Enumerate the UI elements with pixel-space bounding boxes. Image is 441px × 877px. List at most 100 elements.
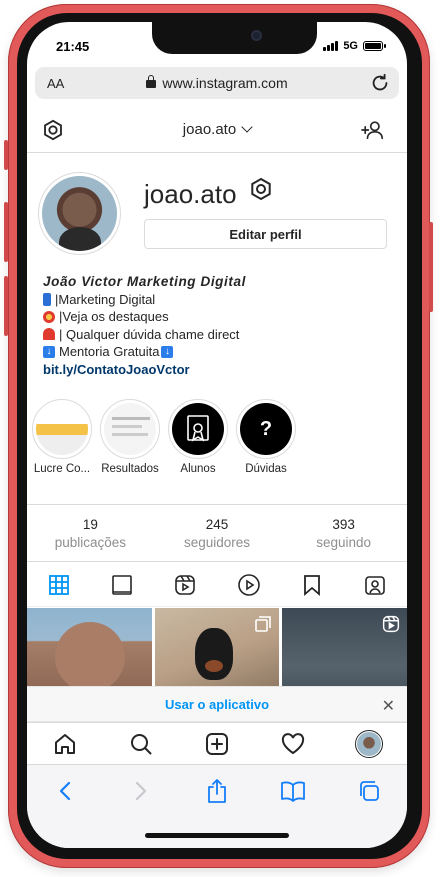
safari-back[interactable] bbox=[27, 765, 103, 817]
phone-emoji-icon bbox=[43, 292, 51, 306]
tabs-icon bbox=[360, 781, 379, 801]
account-switcher[interactable]: joao.ato bbox=[27, 121, 407, 138]
status-time: 21:45 bbox=[56, 39, 90, 54]
highlight-label: Alunos bbox=[180, 463, 216, 475]
grid-icon bbox=[48, 574, 69, 595]
bio-line: |Marketing Digital bbox=[43, 291, 246, 309]
safari-bookmarks[interactable] bbox=[255, 765, 331, 817]
use-app-link[interactable]: Usar o aplicativo bbox=[27, 697, 407, 712]
posts-stat[interactable]: 19 publicações bbox=[27, 505, 154, 561]
reel-badge-icon bbox=[382, 615, 400, 633]
url-host: www.instagram.com bbox=[162, 75, 288, 91]
nav-new-post[interactable] bbox=[179, 723, 255, 764]
down-arrow-emoji-icon: ↓ bbox=[43, 345, 55, 358]
highlight-item[interactable]: ? Dúvidas bbox=[231, 399, 301, 475]
highlight-cover bbox=[104, 403, 156, 455]
edit-profile-button[interactable]: Editar perfil bbox=[144, 219, 387, 249]
profile-photo bbox=[42, 176, 117, 251]
reels-icon bbox=[175, 574, 196, 595]
down-arrow-emoji-icon: ↓ bbox=[161, 345, 174, 358]
bio-line: ↓ Mentoria Gratuita ↓ bbox=[43, 343, 246, 361]
highlight-item[interactable]: Alunos bbox=[163, 399, 233, 475]
highlight-cover bbox=[172, 403, 224, 455]
bio-line: |Veja os destaques bbox=[43, 308, 246, 326]
multiple-photos-icon bbox=[255, 616, 272, 632]
signal-icon bbox=[323, 41, 339, 51]
side-button bbox=[4, 202, 8, 262]
bio-line: | Qualquer dúvida chame direct bbox=[43, 326, 246, 344]
stat-label: publicações bbox=[54, 535, 126, 550]
stat-label: seguindo bbox=[316, 535, 372, 550]
url-display[interactable]: www.instagram.com bbox=[35, 75, 399, 91]
address-bar[interactable]: AA www.instagram.com bbox=[35, 67, 399, 99]
safari-tabs[interactable] bbox=[331, 765, 407, 817]
safari-toolbar bbox=[27, 764, 407, 848]
profile-avatar[interactable] bbox=[38, 172, 121, 255]
network-type: 5G bbox=[343, 40, 358, 52]
full-name: João Victor Marketing Digital bbox=[43, 274, 246, 289]
profile-tabs bbox=[27, 563, 407, 607]
stat-value: 393 bbox=[332, 517, 355, 532]
screen: 21:45 5G AA www.instagram.com joao.ato j… bbox=[27, 22, 407, 848]
share-icon bbox=[208, 779, 226, 803]
side-button bbox=[4, 276, 8, 336]
tab-feed[interactable] bbox=[90, 563, 153, 606]
lock-icon bbox=[146, 75, 157, 88]
safari-share[interactable] bbox=[179, 765, 255, 817]
tab-saved[interactable] bbox=[280, 563, 343, 606]
tab-grid[interactable] bbox=[27, 563, 90, 606]
home-indicator[interactable] bbox=[145, 833, 289, 838]
siren-emoji-icon bbox=[43, 328, 55, 341]
following-stat[interactable]: 393 seguindo bbox=[280, 505, 407, 561]
tab-igtv[interactable] bbox=[217, 563, 280, 606]
highlights: Lucre Co... Resultados Alunos ? Dúvidas bbox=[27, 399, 407, 479]
header-username: joao.ato bbox=[182, 121, 237, 138]
saved-icon bbox=[304, 574, 320, 596]
feed-icon bbox=[112, 574, 132, 595]
nav-home[interactable] bbox=[27, 723, 103, 764]
heart-icon bbox=[281, 732, 305, 754]
battery-icon bbox=[363, 41, 386, 51]
highlight-label: Dúvidas bbox=[245, 463, 287, 475]
highlight-cover bbox=[36, 403, 88, 455]
bio-text: | Qualquer dúvida chame direct bbox=[59, 326, 240, 342]
close-icon[interactable]: ✕ bbox=[382, 696, 395, 716]
tagged-icon bbox=[365, 575, 386, 595]
bio-text: Mentoria Gratuita bbox=[59, 344, 160, 359]
nav-activity[interactable] bbox=[255, 723, 331, 764]
ig-bottom-nav bbox=[27, 722, 407, 764]
search-icon bbox=[131, 733, 152, 754]
highlight-label: Resultados bbox=[101, 463, 159, 475]
forward-icon bbox=[135, 781, 147, 801]
safari-forward[interactable] bbox=[103, 765, 179, 817]
followers-stat[interactable]: 245 seguidores bbox=[154, 505, 281, 561]
side-button bbox=[4, 140, 8, 170]
highlight-item[interactable]: Resultados bbox=[95, 399, 165, 475]
tab-tagged[interactable] bbox=[344, 563, 407, 606]
ig-header: joao.ato bbox=[27, 107, 407, 153]
certificate-icon bbox=[187, 415, 209, 442]
use-app-banner: Usar o aplicativo ✕ bbox=[27, 686, 407, 722]
highlight-item[interactable]: Lucre Co... bbox=[27, 399, 97, 475]
bio-link[interactable]: bit.ly/ContatoJoaoVctor bbox=[43, 361, 246, 379]
stat-value: 19 bbox=[82, 517, 98, 532]
reload-icon[interactable] bbox=[369, 72, 391, 94]
status-bar: 21:45 5G bbox=[27, 38, 407, 58]
bio-text: |Veja os destaques bbox=[59, 309, 169, 324]
collision-emoji-icon bbox=[43, 310, 55, 323]
profile-username: joao.ato bbox=[144, 179, 237, 209]
highlight-cover: ? bbox=[240, 403, 292, 455]
profile-avatar-small bbox=[355, 729, 383, 758]
highlight-label: Lucre Co... bbox=[33, 463, 91, 475]
options-gear-icon[interactable] bbox=[249, 177, 273, 201]
chevron-down-icon bbox=[241, 121, 253, 133]
stat-label: seguidores bbox=[183, 535, 251, 550]
bio: João Victor Marketing Digital |Marketing… bbox=[43, 273, 246, 378]
home-icon bbox=[55, 733, 75, 754]
nav-search[interactable] bbox=[103, 723, 179, 764]
nav-profile[interactable] bbox=[331, 723, 407, 764]
tab-reels[interactable] bbox=[154, 563, 217, 606]
add-user-icon[interactable] bbox=[361, 119, 385, 141]
new-post-icon bbox=[206, 732, 228, 755]
question-mark-icon: ? bbox=[259, 417, 273, 440]
